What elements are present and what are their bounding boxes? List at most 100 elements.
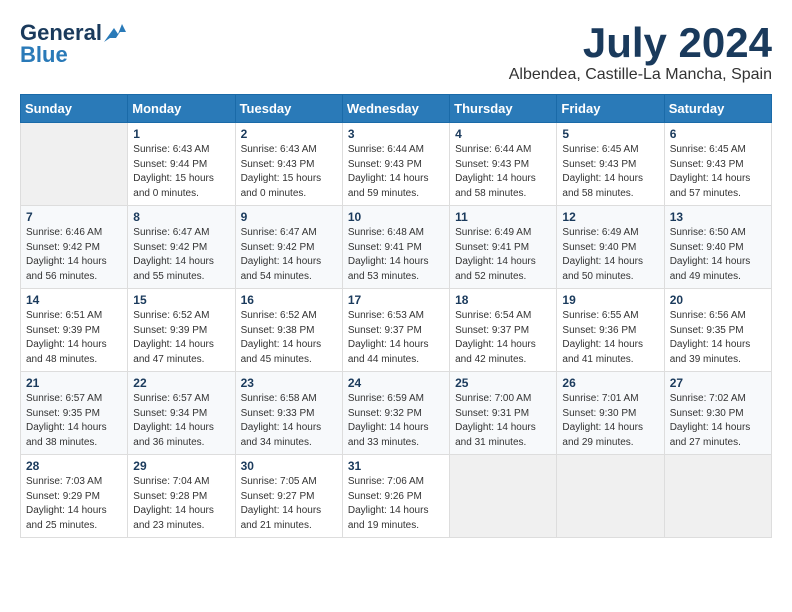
day-number: 3 <box>348 127 444 141</box>
table-row: 26 Sunrise: 7:01 AM Sunset: 9:30 PM Dayli… <box>557 372 664 455</box>
table-row: 6 Sunrise: 6:45 AM Sunset: 9:43 PM Daylig… <box>664 123 771 206</box>
location-subtitle: Albendea, Castille-La Mancha, Spain <box>509 66 772 84</box>
table-row: 5Sunrise: 6:45 AM Sunset: 9:43 PM Daylig… <box>557 123 664 206</box>
day-number: 29 <box>133 459 229 473</box>
day-number: 16 <box>241 293 337 307</box>
header-monday: Monday <box>128 95 235 123</box>
logo-text-blue: Blue <box>20 42 68 68</box>
day-info: Sunrise: 6:44 AM Sunset: 9:43 PM Dayligh… <box>348 143 444 201</box>
day-info: Sunrise: 6:58 AM Sunset: 9:33 PM Dayligh… <box>241 392 337 450</box>
header-thursday: Thursday <box>450 95 557 123</box>
day-info: Sunrise: 6:54 AM Sunset: 9:37 PM Dayligh… <box>455 309 551 367</box>
table-row: 31 Sunrise: 7:06 AM Sunset: 9:26 PM Dayli… <box>342 455 449 538</box>
day-info: Sunrise: 6:53 AM Sunset: 9:37 PM Dayligh… <box>348 309 444 367</box>
table-row: 2 Sunrise: 6:43 AM Sunset: 9:43 PM Daylig… <box>235 123 342 206</box>
day-info: Sunrise: 6:45 AM Sunset: 9:43 PM Dayligh… <box>562 143 658 201</box>
day-info: Sunrise: 6:52 AM Sunset: 9:39 PM Dayligh… <box>133 309 229 367</box>
day-info: Sunrise: 7:01 AM Sunset: 9:30 PM Dayligh… <box>562 392 658 450</box>
day-info: Sunrise: 6:57 AM Sunset: 9:35 PM Dayligh… <box>26 392 122 450</box>
day-number: 24 <box>348 376 444 390</box>
day-number: 18 <box>455 293 551 307</box>
day-number: 25 <box>455 376 551 390</box>
day-number: 15 <box>133 293 229 307</box>
table-row: 27 Sunrise: 7:02 AM Sunset: 9:30 PM Dayli… <box>664 372 771 455</box>
day-info: Sunrise: 6:57 AM Sunset: 9:34 PM Dayligh… <box>133 392 229 450</box>
table-row: 24 Sunrise: 6:59 AM Sunset: 9:32 PM Dayli… <box>342 372 449 455</box>
table-row: 25Sunrise: 7:00 AM Sunset: 9:31 PM Dayli… <box>450 372 557 455</box>
table-row <box>664 455 771 538</box>
table-row: 16Sunrise: 6:52 AM Sunset: 9:38 PM Dayli… <box>235 289 342 372</box>
calendar-week-row: 28 Sunrise: 7:03 AM Sunset: 9:29 PM Dayli… <box>21 455 772 538</box>
day-info: Sunrise: 7:02 AM Sunset: 9:30 PM Dayligh… <box>670 392 766 450</box>
table-row <box>450 455 557 538</box>
month-title: July 2024 <box>509 20 772 66</box>
day-info: Sunrise: 7:04 AM Sunset: 9:28 PM Dayligh… <box>133 475 229 533</box>
table-row: 4 Sunrise: 6:44 AM Sunset: 9:43 PM Daylig… <box>450 123 557 206</box>
logo: General Blue <box>20 20 126 68</box>
day-info: Sunrise: 6:48 AM Sunset: 9:41 PM Dayligh… <box>348 226 444 284</box>
day-info: Sunrise: 6:43 AM Sunset: 9:43 PM Dayligh… <box>241 143 337 201</box>
table-row <box>21 123 128 206</box>
day-info: Sunrise: 6:45 AM Sunset: 9:43 PM Dayligh… <box>670 143 766 201</box>
page-header: General Blue July 2024 Albendea, Castill… <box>20 20 772 84</box>
calendar-table: Sunday Monday Tuesday Wednesday Thursday… <box>20 94 772 538</box>
day-number: 10 <box>348 210 444 224</box>
day-info: Sunrise: 6:43 AM Sunset: 9:44 PM Dayligh… <box>133 143 229 201</box>
day-info: Sunrise: 6:49 AM Sunset: 9:40 PM Dayligh… <box>562 226 658 284</box>
header-wednesday: Wednesday <box>342 95 449 123</box>
table-row: 9Sunrise: 6:47 AM Sunset: 9:42 PM Daylig… <box>235 206 342 289</box>
day-number: 23 <box>241 376 337 390</box>
day-number: 27 <box>670 376 766 390</box>
day-number: 9 <box>241 210 337 224</box>
day-number: 26 <box>562 376 658 390</box>
header-friday: Friday <box>557 95 664 123</box>
table-row: 21 Sunrise: 6:57 AM Sunset: 9:35 PM Dayli… <box>21 372 128 455</box>
table-row: 12 Sunrise: 6:49 AM Sunset: 9:40 PM Dayli… <box>557 206 664 289</box>
calendar-week-row: 21 Sunrise: 6:57 AM Sunset: 9:35 PM Dayli… <box>21 372 772 455</box>
table-row: 22 Sunrise: 6:57 AM Sunset: 9:34 PM Dayli… <box>128 372 235 455</box>
day-number: 14 <box>26 293 122 307</box>
table-row: 8Sunrise: 6:47 AM Sunset: 9:42 PM Daylig… <box>128 206 235 289</box>
header-saturday: Saturday <box>664 95 771 123</box>
day-info: Sunrise: 7:06 AM Sunset: 9:26 PM Dayligh… <box>348 475 444 533</box>
day-info: Sunrise: 6:59 AM Sunset: 9:32 PM Dayligh… <box>348 392 444 450</box>
table-row: 13Sunrise: 6:50 AM Sunset: 9:40 PM Dayli… <box>664 206 771 289</box>
table-row: 7 Sunrise: 6:46 AM Sunset: 9:42 PM Daylig… <box>21 206 128 289</box>
table-row: 18 Sunrise: 6:54 AM Sunset: 9:37 PM Dayli… <box>450 289 557 372</box>
table-row: 11Sunrise: 6:49 AM Sunset: 9:41 PM Dayli… <box>450 206 557 289</box>
day-info: Sunrise: 6:56 AM Sunset: 9:35 PM Dayligh… <box>670 309 766 367</box>
day-number: 1 <box>133 127 229 141</box>
table-row: 17Sunrise: 6:53 AM Sunset: 9:37 PM Dayli… <box>342 289 449 372</box>
day-number: 28 <box>26 459 122 473</box>
table-row: 20 Sunrise: 6:56 AM Sunset: 9:35 PM Dayli… <box>664 289 771 372</box>
table-row: 30 Sunrise: 7:05 AM Sunset: 9:27 PM Dayli… <box>235 455 342 538</box>
calendar-week-row: 1 Sunrise: 6:43 AM Sunset: 9:44 PM Daylig… <box>21 123 772 206</box>
day-number: 4 <box>455 127 551 141</box>
table-row: 28 Sunrise: 7:03 AM Sunset: 9:29 PM Dayli… <box>21 455 128 538</box>
title-block: July 2024 Albendea, Castille-La Mancha, … <box>509 20 772 84</box>
day-number: 6 <box>670 127 766 141</box>
day-number: 2 <box>241 127 337 141</box>
day-number: 30 <box>241 459 337 473</box>
day-number: 31 <box>348 459 444 473</box>
table-row <box>557 455 664 538</box>
table-row: 3 Sunrise: 6:44 AM Sunset: 9:43 PM Daylig… <box>342 123 449 206</box>
day-info: Sunrise: 7:03 AM Sunset: 9:29 PM Dayligh… <box>26 475 122 533</box>
day-info: Sunrise: 7:05 AM Sunset: 9:27 PM Dayligh… <box>241 475 337 533</box>
table-row: 29 Sunrise: 7:04 AM Sunset: 9:28 PM Dayli… <box>128 455 235 538</box>
header-sunday: Sunday <box>21 95 128 123</box>
day-info: Sunrise: 6:46 AM Sunset: 9:42 PM Dayligh… <box>26 226 122 284</box>
day-number: 8 <box>133 210 229 224</box>
day-info: Sunrise: 6:51 AM Sunset: 9:39 PM Dayligh… <box>26 309 122 367</box>
day-number: 21 <box>26 376 122 390</box>
day-info: Sunrise: 6:49 AM Sunset: 9:41 PM Dayligh… <box>455 226 551 284</box>
day-number: 7 <box>26 210 122 224</box>
day-number: 20 <box>670 293 766 307</box>
table-row: 15 Sunrise: 6:52 AM Sunset: 9:39 PM Dayli… <box>128 289 235 372</box>
day-info: Sunrise: 6:55 AM Sunset: 9:36 PM Dayligh… <box>562 309 658 367</box>
day-number: 22 <box>133 376 229 390</box>
day-info: Sunrise: 6:44 AM Sunset: 9:43 PM Dayligh… <box>455 143 551 201</box>
day-number: 12 <box>562 210 658 224</box>
day-number: 19 <box>562 293 658 307</box>
table-row: 10 Sunrise: 6:48 AM Sunset: 9:41 PM Dayli… <box>342 206 449 289</box>
